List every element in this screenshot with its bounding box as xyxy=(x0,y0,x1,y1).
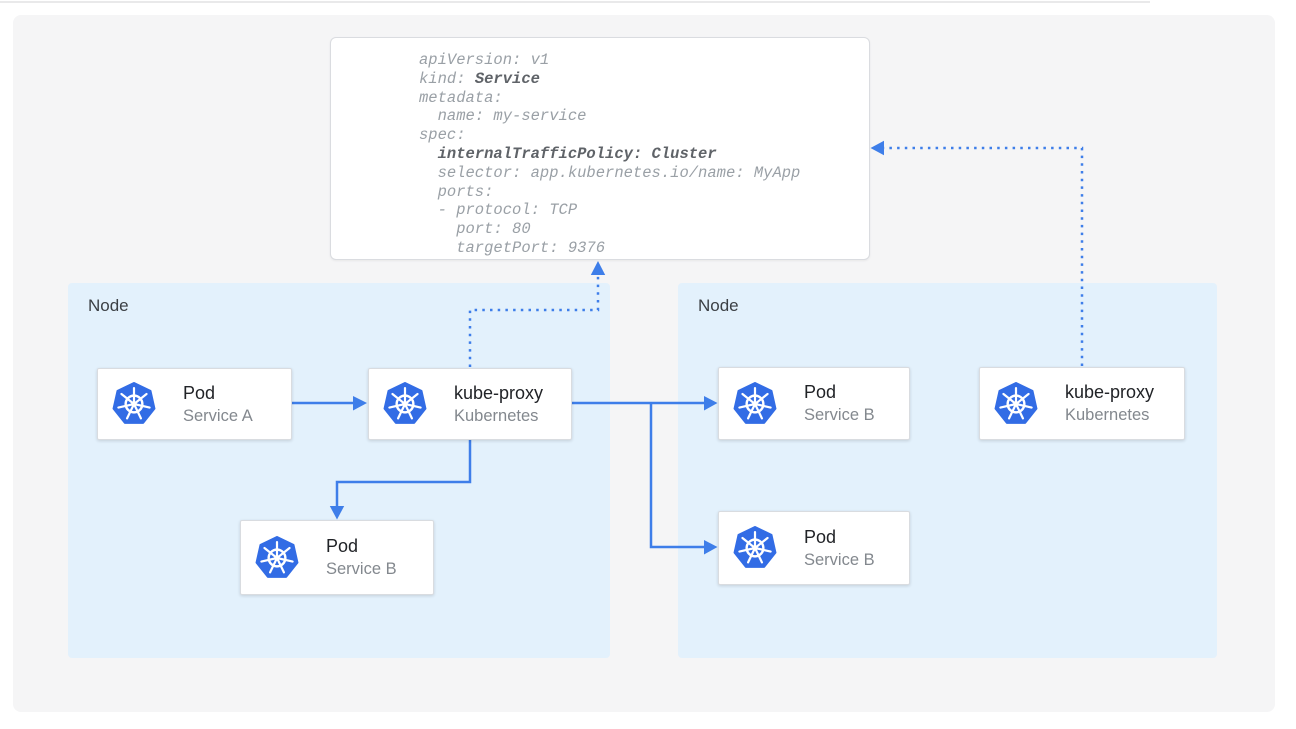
pod-card: Pod Service B xyxy=(718,367,910,440)
pod-card: Pod Service B xyxy=(240,520,434,595)
card-subtitle: Kubernetes xyxy=(454,405,543,428)
service-yaml-panel: apiVersion: v1 kind: Service metadata: n… xyxy=(330,37,870,260)
card-title: kube-proxy xyxy=(454,381,543,405)
node-label: Node xyxy=(698,296,739,316)
card-subtitle: Service B xyxy=(804,549,875,572)
card-title: kube-proxy xyxy=(1065,380,1154,404)
top-divider-rule xyxy=(0,1,1150,3)
kube-proxy-card: kube-proxy Kubernetes xyxy=(368,368,572,440)
card-title: Pod xyxy=(804,380,875,404)
card-subtitle: Kubernetes xyxy=(1065,404,1154,427)
node-label: Node xyxy=(88,296,129,316)
node-box-right: Node xyxy=(678,283,1217,658)
kubernetes-logo-icon xyxy=(733,382,777,426)
card-subtitle: Service A xyxy=(183,405,253,428)
kubernetes-logo-icon xyxy=(383,382,427,426)
card-title: Pod xyxy=(326,534,397,558)
kube-proxy-card: kube-proxy Kubernetes xyxy=(979,367,1185,440)
card-subtitle: Service B xyxy=(326,558,397,581)
card-title: Pod xyxy=(804,525,875,549)
pod-card: Pod Service B xyxy=(718,511,910,585)
card-subtitle: Service B xyxy=(804,404,875,427)
kubernetes-logo-icon xyxy=(994,382,1038,426)
card-title: Pod xyxy=(183,381,253,405)
kubernetes-logo-icon xyxy=(255,536,299,580)
kubernetes-logo-icon xyxy=(733,526,777,570)
kubernetes-logo-icon xyxy=(112,382,156,426)
node-box-left: Node xyxy=(68,283,610,658)
kubernetes-internal-traffic-diagram: Node Node xyxy=(0,0,1296,729)
pod-card: Pod Service A xyxy=(97,368,292,440)
